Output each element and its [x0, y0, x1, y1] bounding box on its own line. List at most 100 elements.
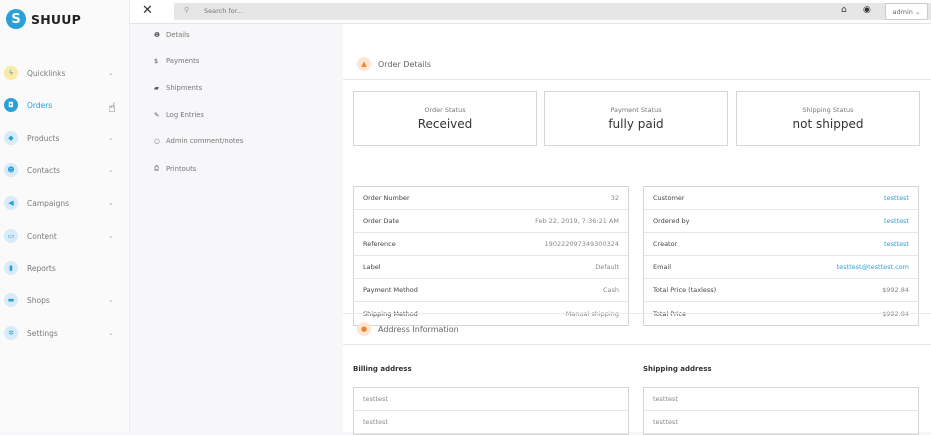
- subnav-item-label: Admin comment/notes: [166, 137, 244, 145]
- row-link[interactable]: testtest@testtest.com: [837, 263, 909, 271]
- chart-icon: ▮: [4, 261, 18, 275]
- gears-icon: ✲: [4, 326, 18, 340]
- chevron-down-icon[interactable]: ⌄: [108, 329, 114, 337]
- sidebar-item[interactable]: ◀ Campaigns ⌄: [0, 193, 130, 213]
- row-key: Label: [363, 263, 381, 271]
- sidebar: S SHUUP ϟ Quicklinks ⌄ ◘ Orders ◆ Products ⌄ ☻ Co…: [0, 0, 130, 432]
- subnav-item-label: Printouts: [166, 164, 197, 173]
- cart-icon: ▲: [357, 57, 371, 71]
- address-info-header: ● Address Information: [357, 322, 459, 336]
- sidebar-item-label: Contacts: [27, 165, 61, 175]
- status-label: Payment Status: [610, 106, 662, 114]
- chevron-down-icon[interactable]: ⌄: [108, 134, 114, 142]
- row-link[interactable]: testtest: [884, 240, 909, 248]
- status-value: not shipped: [792, 117, 864, 131]
- main-content: ▲ Order Details Order Status Received Paym…: [343, 24, 931, 432]
- row-key: Order Number: [363, 194, 410, 202]
- shuup-logo-icon: S: [6, 9, 26, 29]
- shop-icon: ▬: [4, 293, 18, 307]
- status-label: Shipping Status: [802, 106, 854, 114]
- table-row: Label Default: [354, 256, 628, 279]
- status-card: Shipping Status not shipped: [736, 91, 920, 146]
- chevron-down-icon[interactable]: ⌄: [108, 166, 114, 174]
- address-line: testtest: [644, 411, 918, 434]
- shipping-address-box: testtest testtest: [643, 387, 919, 435]
- table-row: Order Date Feb 22, 2019, 7:36:21 AM: [354, 210, 628, 233]
- row-key: Email: [653, 263, 672, 271]
- status-card: Payment Status fully paid: [544, 91, 728, 146]
- row-link[interactable]: testtest: [884, 217, 909, 225]
- home-icon[interactable]: ⌂: [841, 5, 847, 15]
- billing-address-box: testtest testtest: [353, 387, 629, 435]
- chevron-down-icon[interactable]: ⌄: [108, 232, 114, 240]
- sidebar-item-label: Settings: [27, 328, 58, 338]
- row-key: Payment Method: [363, 286, 418, 294]
- row-link[interactable]: testtest: [884, 194, 909, 202]
- sidebar-item[interactable]: ϟ Quicklinks ⌄: [0, 63, 130, 83]
- address-line: testtest: [354, 388, 628, 411]
- address-line: testtest: [354, 411, 628, 434]
- row-key: Creator: [653, 240, 678, 248]
- chevron-down-icon[interactable]: ⌄: [108, 296, 114, 304]
- order-details-header: ▲ Order Details: [357, 57, 431, 71]
- info-icon: ❶: [154, 31, 160, 39]
- table-row: Email testtest@testtest.com: [644, 256, 918, 279]
- sidebar-item[interactable]: ✲ Settings ⌄: [0, 323, 130, 343]
- users-icon: ☻: [4, 163, 18, 177]
- row-value: Default: [595, 263, 619, 271]
- shipping-address-title: Shipping address: [643, 365, 712, 373]
- map-marker-icon: ●: [357, 322, 371, 336]
- row-key: Ordered by: [653, 217, 690, 225]
- subnav-item[interactable]: ⎙ Printouts: [154, 164, 196, 173]
- close-menu-icon[interactable]: ✕: [142, 3, 153, 18]
- divider: [343, 313, 931, 314]
- sidebar-item-label: Orders: [27, 100, 53, 110]
- row-value: 190222097349300324: [544, 240, 619, 248]
- search-icon: ⚲: [184, 6, 190, 14]
- table-row: Payment Method Cash: [354, 279, 628, 302]
- comment-icon: ○: [154, 137, 160, 145]
- brand-name: SHUUP: [31, 11, 81, 27]
- pencil-icon: ✎: [154, 111, 160, 119]
- eye-icon[interactable]: ◉: [863, 5, 871, 15]
- customer-info-table: Customer testtest Ordered by testtest Creato…: [643, 186, 919, 326]
- section-title: Order Details: [378, 59, 432, 69]
- billing-address-title: Billing address: [353, 365, 412, 373]
- row-key: Total Price (taxless): [653, 286, 717, 294]
- search-input[interactable]: [204, 4, 604, 18]
- subnav-item-label: Log Entries: [166, 111, 204, 119]
- chevron-down-icon[interactable]: ⌄: [108, 69, 114, 77]
- brand[interactable]: S SHUUP: [6, 8, 81, 30]
- row-key: Customer: [653, 194, 685, 202]
- subnav-item[interactable]: ✎ Log Entries: [154, 111, 204, 119]
- sidebar-item-label: Content: [27, 231, 57, 241]
- table-row: Order Number 32: [354, 187, 628, 210]
- orders-icon: ◘: [4, 98, 18, 112]
- sidebar-item[interactable]: ▭ Content ⌄: [0, 226, 130, 246]
- subnav-item[interactable]: ❶ Details: [154, 31, 190, 39]
- user-menu-button[interactable]: admin ⌄: [885, 3, 928, 20]
- subnav-item[interactable]: ○ Admin comment/notes: [154, 137, 243, 145]
- sidebar-item[interactable]: ▬ Shops ⌄: [0, 290, 130, 310]
- chevron-down-icon[interactable]: ⌄: [108, 199, 114, 207]
- cube-icon: ◆: [4, 131, 18, 145]
- search-box[interactable]: ⚲: [174, 3, 931, 20]
- sidebar-item-label: Reports: [27, 263, 56, 273]
- subnav-item-label: Payments: [166, 57, 200, 65]
- address-line: testtest: [644, 388, 918, 411]
- sidebar-item[interactable]: ▮ Reports: [0, 258, 130, 278]
- content-icon: ▭: [4, 229, 18, 243]
- subnav-item[interactable]: ▰ Shipments: [154, 84, 202, 92]
- status-value: Received: [417, 117, 473, 131]
- sidebar-item[interactable]: ◆ Products ⌄: [0, 128, 130, 148]
- sidebar-item[interactable]: ☻ Contacts ⌄: [0, 160, 130, 180]
- status-value: fully paid: [608, 117, 664, 131]
- hand-cursor-icon: ☝: [108, 101, 116, 116]
- order-subnav: ❶ Details $ Payments ▰ Shipments ✎ Log Entries ○…: [130, 24, 342, 432]
- row-value: 32: [610, 194, 619, 202]
- subnav-item[interactable]: $ Payments: [154, 57, 199, 65]
- sidebar-item-label: Products: [27, 133, 60, 143]
- section-title: Address Information: [378, 324, 459, 334]
- topbar: ✕ ⚲ ⌂ ◉ admin ⌄: [130, 0, 931, 24]
- table-row: Total Price (taxless) $992.84: [644, 279, 918, 302]
